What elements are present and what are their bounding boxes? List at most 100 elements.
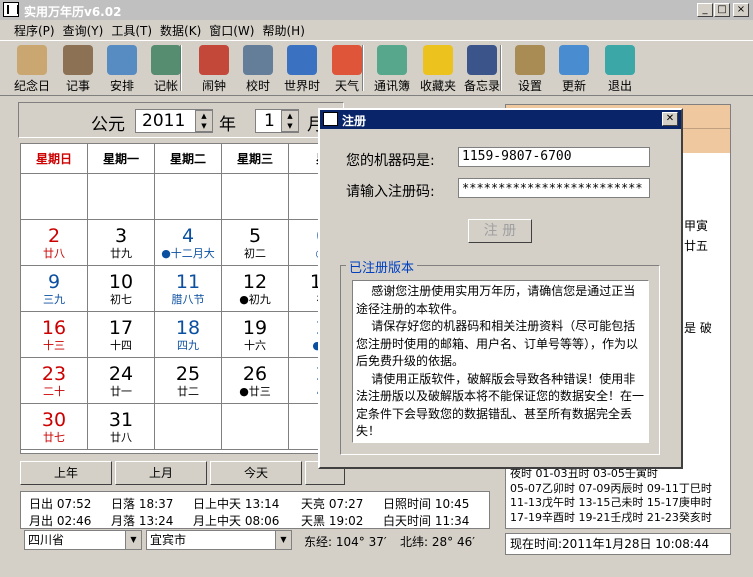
toolbar-label: 备忘录 — [463, 79, 500, 93]
toolbar-button-addressbook[interactable]: 通讯簿 — [370, 43, 414, 95]
province-select[interactable]: 四川省 ▼ — [24, 530, 142, 550]
toolbar-button-time-sync[interactable]: 校时 — [236, 43, 280, 95]
lunar-date: ●十二月大 — [161, 247, 215, 260]
moon-noon: 月上中天 08:06 — [193, 514, 280, 528]
sun-moon-info: 日出 07:52 日落 18:37 日上中天 13:14 天亮 07:27 日照… — [20, 491, 490, 529]
hour-row: 11-13戊午时 13-15己未时 15-17庚申时 — [510, 496, 712, 509]
calendar-day-cell[interactable]: 17 十四 — [88, 312, 155, 358]
schedule-icon — [107, 45, 137, 75]
calendar-day-cell[interactable]: 25 廿二 — [155, 358, 222, 404]
menu-tools[interactable]: 工具(T) — [107, 20, 156, 41]
toolbar-button-update[interactable]: 更新 — [552, 43, 596, 95]
calendar-day-cell[interactable] — [21, 174, 88, 220]
menu-program[interactable]: 程序(P) — [10, 20, 59, 41]
prev-year-button[interactable]: 上年 — [20, 461, 112, 485]
calendar-day-cell[interactable]: 26 ●廿三 — [222, 358, 289, 404]
calendar-day-cell[interactable]: 9 三九 — [21, 266, 88, 312]
calendar-day-cell[interactable]: 11 腊八节 — [155, 266, 222, 312]
toolbar-button-exit[interactable]: 退出 — [598, 43, 642, 95]
day-number: 5 — [248, 225, 262, 247]
toolbar-button-schedule[interactable]: 安排 — [100, 43, 144, 95]
toolbar-button-star[interactable]: 收藏夹 — [416, 43, 460, 95]
year-up-icon[interactable]: ▲ — [196, 111, 212, 121]
exit-icon — [605, 45, 635, 75]
calendar-day-cell[interactable]: 19 十六 — [222, 312, 289, 358]
calendar-day-cell[interactable]: 30 廿七 — [21, 404, 88, 450]
toolbar-button-ledger[interactable]: 记帐 — [144, 43, 188, 95]
prev-month-button[interactable]: 上月 — [115, 461, 207, 485]
chevron-down-icon[interactable]: ▼ — [125, 531, 141, 549]
toolbar-button-memorial[interactable]: 纪念日 — [10, 43, 54, 95]
notes-icon — [63, 45, 93, 75]
dialog-close-button[interactable]: ✕ — [662, 112, 678, 126]
toolbar-button-weather[interactable]: 天气 — [325, 43, 369, 95]
toolbar-button-settings[interactable]: 设置 — [508, 43, 552, 95]
maximize-button[interactable]: □ — [714, 3, 730, 17]
toolbar-button-memo[interactable]: 备忘录 — [460, 43, 504, 95]
lunar-date: 廿二 — [177, 385, 199, 398]
dawn: 天亮 07:27 — [301, 497, 364, 511]
toolbar-label: 收藏夹 — [419, 79, 456, 93]
register-button[interactable]: 注 册 — [468, 219, 532, 243]
toolbar-button-alarm-clock[interactable]: 闹钟 — [192, 43, 236, 95]
daylight-time: 日照时间 10:45 — [383, 497, 470, 511]
close-button[interactable]: × — [733, 3, 749, 17]
calendar-day-cell[interactable] — [88, 174, 155, 220]
year-spinner[interactable]: ▲ ▼ — [195, 110, 213, 132]
minimize-button[interactable]: _ — [697, 3, 713, 17]
calendar-day-cell[interactable] — [222, 174, 289, 220]
day-number: 3 — [114, 225, 128, 247]
menu-data[interactable]: 数据(K) — [156, 20, 205, 41]
lunar-date: ●廿三 — [239, 385, 271, 398]
hour-row: 17-19辛酉时 19-21壬戌时 21-23癸亥时 — [510, 510, 712, 524]
calendar-day-cell[interactable]: 24 廿一 — [88, 358, 155, 404]
lunar-date: 二十 — [43, 385, 65, 398]
menu-query[interactable]: 查询(Y) — [59, 20, 108, 41]
registration-notice: 感谢您注册使用实用万年历，请确信您是通过正当途径注册的本软件。 请保存好您的机器… — [352, 280, 649, 443]
city-select[interactable]: 宜宾市 ▼ — [146, 530, 292, 550]
calendar-day-cell[interactable] — [155, 174, 222, 220]
calendar-day-cell[interactable]: 31 廿八 — [88, 404, 155, 450]
title-bar: 实用万年历v6.02 _ □ × — [0, 0, 753, 20]
reg-code-label: 请输入注册码: — [346, 184, 435, 200]
dusk: 天黑 19:02 — [301, 514, 364, 528]
menu-window[interactable]: 窗口(W) — [205, 20, 258, 41]
latitude: 北纬: 28° 46′ — [400, 535, 475, 549]
addressbook-icon — [377, 45, 407, 75]
calendar-day-cell[interactable] — [155, 404, 222, 450]
toolbar-label: 天气 — [334, 79, 359, 93]
app-icon — [3, 2, 19, 17]
calendar-day-cell[interactable]: 23 二十 — [21, 358, 88, 404]
today-button[interactable]: 今天 — [210, 461, 302, 485]
menu-help[interactable]: 帮助(H) — [258, 20, 308, 41]
year-down-icon[interactable]: ▼ — [196, 121, 212, 131]
day-number: 2 — [47, 225, 61, 247]
calendar-day-cell[interactable]: 18 四九 — [155, 312, 222, 358]
calendar-day-cell[interactable]: 3 廿九 — [88, 220, 155, 266]
month-spinner[interactable]: ▲ ▼ — [281, 110, 299, 132]
toolbar-button-notes[interactable]: 记事 — [56, 43, 100, 95]
reg-code-input[interactable]: ************************* — [458, 178, 650, 198]
day-number: 25 — [175, 363, 201, 385]
chevron-down-icon[interactable]: ▼ — [275, 531, 291, 549]
ganzhi-fragment: 甲寅 — [684, 219, 709, 233]
weekday-header: 星期三 — [222, 144, 289, 174]
month-down-icon[interactable]: ▼ — [282, 121, 298, 131]
month-up-icon[interactable]: ▲ — [282, 111, 298, 121]
calendar-day-cell[interactable]: 10 初七 — [88, 266, 155, 312]
dialog-title-bar: 注册 ✕ — [320, 110, 681, 129]
calendar-day-cell[interactable]: 4 ●十二月大 — [155, 220, 222, 266]
era-label: 公元 — [91, 115, 125, 135]
calendar-day-cell[interactable]: 5 初二 — [222, 220, 289, 266]
longitude: 东经: 104° 37′ — [304, 535, 387, 549]
register-dialog: 注册 ✕ 您的机器码是: 1159-9807-6700 请输入注册码: ****… — [318, 108, 683, 469]
calendar-day-cell[interactable]: 12 ●初九 — [222, 266, 289, 312]
toolbar-label: 设置 — [517, 79, 542, 93]
calendar-day-cell[interactable]: 2 廿八 — [21, 220, 88, 266]
day-number: 31 — [108, 409, 134, 431]
lunar-date: 初七 — [110, 293, 132, 306]
toolbar-button-globe[interactable]: 世界时 — [280, 43, 324, 95]
machine-code-field[interactable]: 1159-9807-6700 — [458, 147, 650, 167]
calendar-day-cell[interactable] — [222, 404, 289, 450]
calendar-day-cell[interactable]: 16 十三 — [21, 312, 88, 358]
